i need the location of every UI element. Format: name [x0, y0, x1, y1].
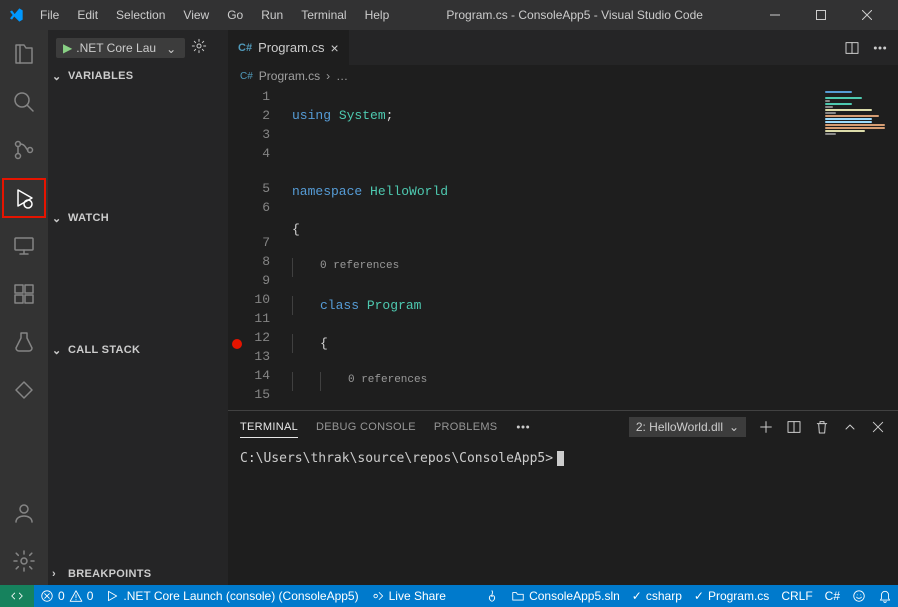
run-debug-icon[interactable]: [2, 178, 46, 218]
extensions-icon[interactable]: [0, 270, 48, 318]
status-launch-config[interactable]: .NET Core Launch (console) (ConsoleApp5): [99, 585, 364, 607]
editor-tabs: C# Program.cs ×: [228, 30, 898, 65]
new-terminal-icon[interactable]: [758, 419, 774, 435]
csharp-file-icon: C#: [238, 42, 252, 54]
panel-tab-debug-console[interactable]: DEBUG CONSOLE: [316, 417, 416, 437]
close-panel-icon[interactable]: [870, 419, 886, 435]
folder-icon: [511, 589, 525, 603]
chevron-down-icon: ⌄: [52, 212, 64, 224]
debug-alt-icon: [105, 589, 119, 603]
test-explorer-icon[interactable]: [0, 318, 48, 366]
menu-bar: File Edit Selection View Go Run Terminal…: [32, 4, 397, 26]
status-errors-warnings[interactable]: 0 0: [34, 585, 99, 607]
warning-icon: [69, 589, 83, 603]
more-actions-icon[interactable]: [872, 40, 888, 56]
more-panels-icon[interactable]: [515, 419, 531, 435]
terminal-cursor: [557, 451, 564, 466]
panel-tabs: TERMINAL DEBUG CONSOLE PROBLEMS 2: Hello…: [228, 411, 898, 443]
window-controls: [752, 0, 890, 30]
csharp-file-icon: C#: [240, 71, 253, 82]
menu-help[interactable]: Help: [357, 4, 398, 26]
panel-tab-problems[interactable]: PROBLEMS: [434, 417, 498, 437]
minimize-button[interactable]: [752, 0, 798, 30]
split-terminal-icon[interactable]: [786, 419, 802, 435]
split-editor-icon[interactable]: [844, 40, 860, 56]
menu-run[interactable]: Run: [253, 4, 291, 26]
editor-tab-program[interactable]: C# Program.cs ×: [228, 30, 350, 65]
menu-edit[interactable]: Edit: [69, 4, 106, 26]
status-analyzer-file[interactable]: ✓ Program.cs: [688, 585, 775, 607]
terminal-body[interactable]: C:\Users\thrak\source\repos\ConsoleApp5>: [228, 443, 898, 585]
error-icon: [40, 589, 54, 603]
maximize-panel-icon[interactable]: [842, 419, 858, 435]
breadcrumb[interactable]: C# Program.cs › …: [228, 65, 898, 87]
code-editor[interactable]: 1234 56 789101112131415 using System; na…: [228, 87, 898, 410]
check-icon: ✓: [694, 589, 704, 603]
open-launch-json-icon[interactable]: [191, 38, 207, 57]
breakpoint-dot[interactable]: [232, 339, 242, 349]
start-debug-icon: ▶: [63, 41, 72, 55]
remote-explorer-icon[interactable]: [0, 222, 48, 270]
settings-gear-icon[interactable]: [0, 537, 48, 585]
close-button[interactable]: [844, 0, 890, 30]
menu-view[interactable]: View: [175, 4, 217, 26]
panel: TERMINAL DEBUG CONSOLE PROBLEMS 2: Hello…: [228, 410, 898, 585]
maximize-button[interactable]: [798, 0, 844, 30]
watch-section[interactable]: ⌄WATCH: [48, 207, 228, 229]
editor-area: C# Program.cs × C# Program.cs › … 1234 5…: [228, 30, 898, 585]
vscode-logo-icon: [8, 7, 24, 23]
chevron-right-icon: ›: [52, 568, 64, 580]
search-icon[interactable]: [0, 78, 48, 126]
chevron-down-icon: ⌄: [52, 70, 64, 82]
window-title: Program.cs - ConsoleApp5 - Visual Studio…: [397, 8, 752, 22]
flame-icon: [485, 589, 499, 603]
debug-toolbar: ▶ .NET Core Lau ⌄: [48, 30, 228, 65]
title-bar: File Edit Selection View Go Run Terminal…: [0, 0, 898, 30]
status-liveshare[interactable]: Live Share: [365, 585, 452, 607]
status-language[interactable]: C#: [819, 585, 846, 607]
accounts-icon[interactable]: [0, 489, 48, 537]
status-notifications[interactable]: [872, 585, 898, 607]
bell-icon: [878, 589, 892, 603]
terminal-prompt: C:\Users\thrak\source\repos\ConsoleApp5>: [240, 451, 553, 466]
activity-bar: [0, 30, 48, 585]
tab-filename: Program.cs: [258, 40, 324, 55]
status-bar: 0 0 .NET Core Launch (console) (ConsoleA…: [0, 585, 898, 607]
menu-file[interactable]: File: [32, 4, 67, 26]
menu-selection[interactable]: Selection: [108, 4, 173, 26]
check-icon: ✓: [632, 589, 642, 603]
call-stack-section[interactable]: ⌄CALL STACK: [48, 339, 228, 361]
liveshare-icon[interactable]: [0, 366, 48, 414]
close-tab-icon[interactable]: ×: [331, 40, 339, 56]
menu-terminal[interactable]: Terminal: [293, 4, 354, 26]
source-control-icon[interactable]: [0, 126, 48, 174]
debug-sidebar: ▶ .NET Core Lau ⌄ ⌄VARIABLES ⌄WATCH ⌄CAL…: [48, 30, 228, 585]
panel-tab-terminal[interactable]: TERMINAL: [240, 417, 298, 438]
launch-config-name: .NET Core Lau: [76, 41, 156, 55]
explorer-icon[interactable]: [0, 30, 48, 78]
chevron-down-icon: ⌄: [52, 344, 64, 356]
variables-section[interactable]: ⌄VARIABLES: [48, 65, 228, 87]
kill-terminal-icon[interactable]: [814, 419, 830, 435]
liveshare-icon: [371, 589, 385, 603]
feedback-icon: [852, 589, 866, 603]
terminal-selector[interactable]: 2: HelloWorld.dll ⌄: [629, 417, 746, 437]
status-omnisharp-project[interactable]: ✓ csharp: [626, 585, 688, 607]
status-solution[interactable]: ConsoleApp5.sln: [505, 585, 626, 607]
status-eol[interactable]: CRLF: [775, 585, 818, 607]
status-omnisharp-flame[interactable]: [479, 585, 505, 607]
chevron-down-icon: ⌄: [729, 420, 739, 434]
status-feedback[interactable]: [846, 585, 872, 607]
minimap[interactable]: [818, 87, 898, 410]
chevron-down-icon: ⌄: [166, 42, 178, 54]
remote-indicator[interactable]: [0, 585, 34, 607]
breakpoints-section[interactable]: ›BREAKPOINTS: [48, 563, 228, 585]
launch-config-selector[interactable]: ▶ .NET Core Lau ⌄: [56, 38, 185, 58]
menu-go[interactable]: Go: [219, 4, 251, 26]
